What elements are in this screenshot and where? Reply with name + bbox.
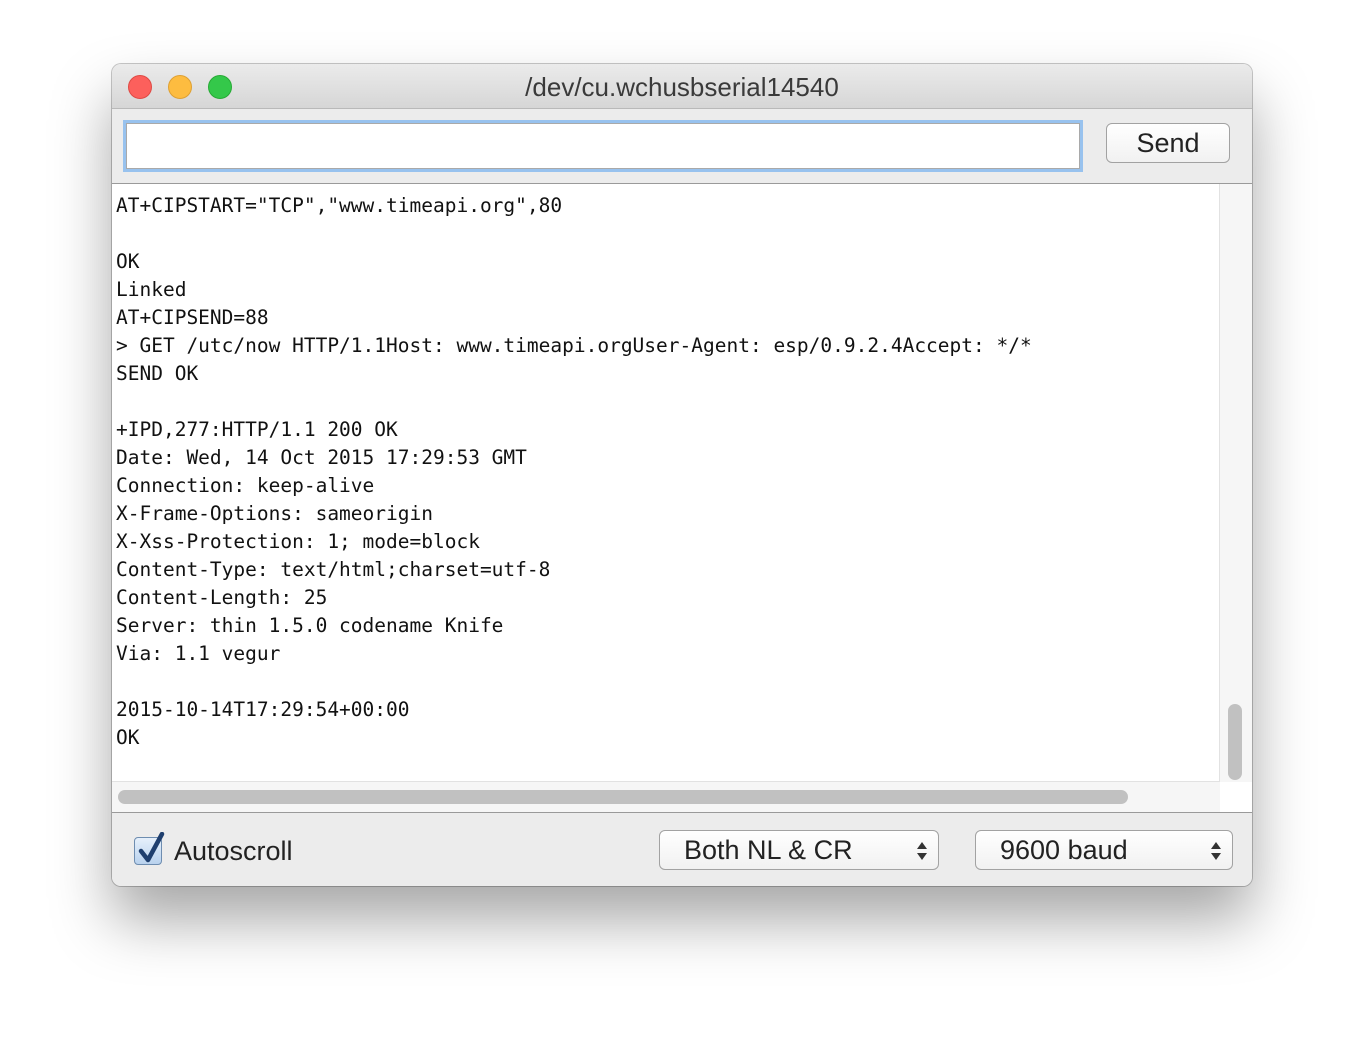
baud-rate-value: 9600 baud bbox=[1000, 835, 1128, 865]
send-button[interactable]: Send bbox=[1106, 123, 1230, 163]
send-bar: Send bbox=[112, 109, 1252, 183]
serial-send-input[interactable] bbox=[126, 123, 1080, 169]
title-bar[interactable]: /dev/cu.wchusbserial14540 bbox=[112, 64, 1252, 109]
vertical-scrollbar-thumb[interactable] bbox=[1228, 704, 1242, 780]
up-down-arrows-icon bbox=[917, 842, 927, 860]
up-down-arrows-icon bbox=[1211, 842, 1221, 860]
line-ending-select[interactable]: Both NL & CR bbox=[659, 830, 939, 870]
horizontal-scrollbar-thumb[interactable] bbox=[118, 790, 1128, 804]
vertical-scrollbar[interactable] bbox=[1219, 184, 1252, 782]
horizontal-scrollbar[interactable] bbox=[112, 781, 1220, 812]
serial-output-text: AT+CIPSTART="TCP","www.timeapi.org",80 O… bbox=[116, 194, 1032, 749]
serial-monitor-window: /dev/cu.wchusbserial14540 Send AT+CIPSTA… bbox=[112, 64, 1252, 886]
window-title: /dev/cu.wchusbserial14540 bbox=[525, 72, 839, 102]
baud-rate-select[interactable]: 9600 baud bbox=[975, 830, 1233, 870]
checkmark-icon bbox=[138, 832, 165, 863]
serial-output-area[interactable]: AT+CIPSTART="TCP","www.timeapi.org",80 O… bbox=[112, 183, 1252, 813]
autoscroll-checkbox[interactable] bbox=[134, 832, 165, 865]
line-ending-value: Both NL & CR bbox=[684, 835, 853, 865]
autoscroll-label: Autoscroll bbox=[174, 835, 293, 866]
footer-bar: Autoscroll Both NL & CR 9600 baud bbox=[112, 813, 1252, 886]
autoscroll-option[interactable]: Autoscroll bbox=[134, 832, 293, 869]
